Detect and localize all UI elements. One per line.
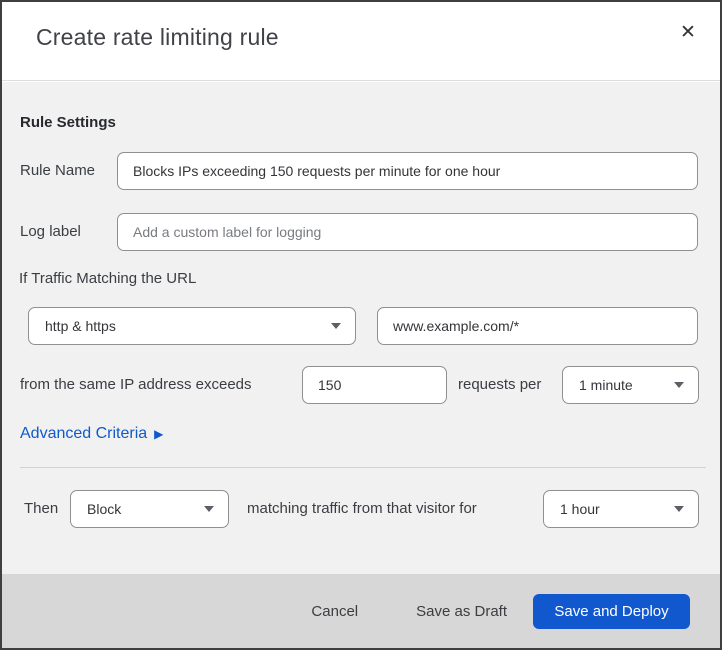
advanced-criteria-link[interactable]: Advanced Criteria ▶ — [20, 425, 163, 443]
arrow-right-icon: ▶ — [154, 427, 164, 441]
duration-select-value: 1 hour — [560, 501, 600, 517]
advanced-criteria-label: Advanced Criteria — [20, 425, 148, 442]
rate-limit-modal: Create rate limiting rule ✕ Rule Setting… — [0, 0, 722, 650]
chevron-down-icon — [204, 506, 214, 512]
modal-title: Create rate limiting rule — [36, 24, 279, 50]
duration-select[interactable]: 1 hour — [543, 490, 699, 528]
cancel-button[interactable]: Cancel — [301, 595, 368, 628]
requests-per-text: requests per — [458, 376, 542, 393]
scheme-select-value: http & https — [45, 318, 116, 334]
action-select-value: Block — [87, 501, 122, 517]
chevron-down-icon — [674, 506, 684, 512]
save-as-draft-button[interactable]: Save as Draft — [406, 595, 517, 628]
matching-traffic-text: matching traffic from that visitor for — [247, 500, 477, 517]
save-and-deploy-button[interactable]: Save and Deploy — [533, 593, 690, 629]
then-text: Then — [24, 500, 59, 517]
section-divider — [20, 467, 706, 468]
rule-name-input[interactable] — [117, 152, 698, 190]
modal-footer: Cancel Save as Draft Save and Deploy — [2, 574, 720, 648]
requests-count-input[interactable] — [302, 366, 447, 404]
close-icon[interactable]: ✕ — [674, 18, 702, 46]
traffic-match-intro: If Traffic Matching the URL — [19, 270, 197, 287]
period-select[interactable]: 1 minute — [562, 366, 699, 404]
rule-settings-heading: Rule Settings — [20, 114, 116, 131]
log-label-input[interactable] — [117, 213, 698, 251]
scheme-select[interactable]: http & https — [28, 307, 356, 345]
chevron-down-icon — [674, 382, 684, 388]
chevron-down-icon — [331, 323, 341, 329]
modal-header: Create rate limiting rule ✕ — [2, 2, 720, 81]
threshold-prefix-text: from the same IP address exceeds — [20, 376, 252, 393]
modal-body: Rule Settings Rule Name Log label If Tra… — [2, 82, 720, 574]
period-select-value: 1 minute — [579, 377, 633, 393]
rule-name-label: Rule Name — [20, 162, 96, 179]
url-pattern-input[interactable] — [377, 307, 698, 345]
action-select[interactable]: Block — [70, 490, 229, 528]
log-label-label: Log label — [20, 223, 81, 240]
